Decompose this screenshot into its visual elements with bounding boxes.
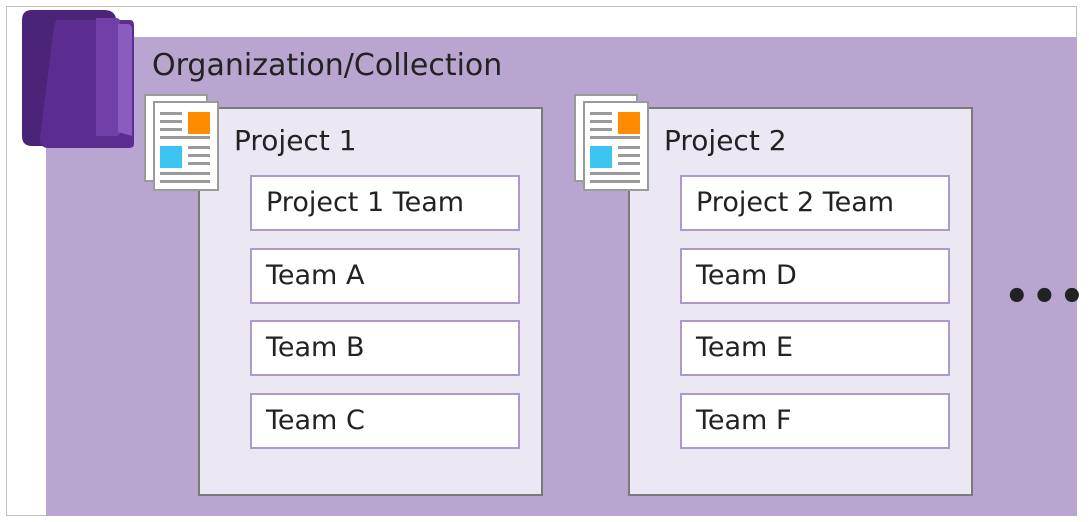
- team-box: Team C: [250, 393, 520, 449]
- folder-icon: [22, 10, 134, 148]
- more-ellipsis: •••: [1004, 274, 1087, 320]
- project-title: Project 1: [234, 124, 357, 157]
- team-box: Team B: [250, 320, 520, 376]
- team-box: Team F: [680, 393, 950, 449]
- project-2-box: Project 2 Project 2 Team Team D Team E T…: [628, 107, 973, 496]
- document-icon: [574, 94, 649, 191]
- document-icon: [144, 94, 219, 191]
- organization-title: Organization/Collection: [152, 48, 503, 83]
- team-box: Team E: [680, 320, 950, 376]
- team-box: Project 2 Team: [680, 175, 950, 231]
- team-box: Team D: [680, 248, 950, 304]
- team-box: Project 1 Team: [250, 175, 520, 231]
- project-title: Project 2: [664, 124, 787, 157]
- team-box: Team A: [250, 248, 520, 304]
- project-1-box: Project 1 Project 1 Team Team A Team B T…: [198, 107, 543, 496]
